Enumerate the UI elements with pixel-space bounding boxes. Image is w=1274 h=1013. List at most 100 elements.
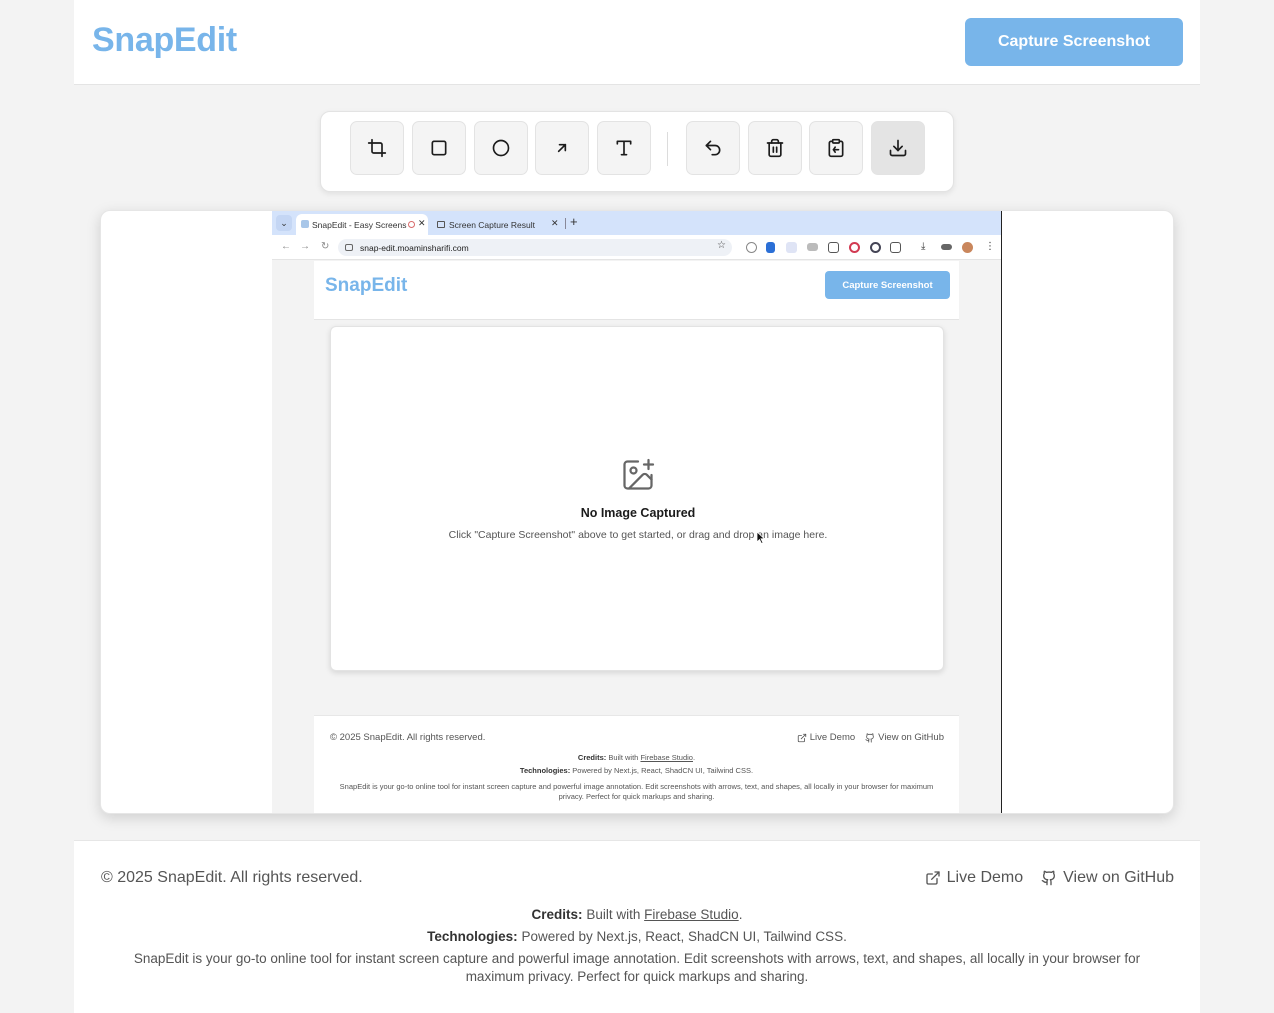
image-plus-icon [623, 458, 655, 490]
technologies-text: Powered by Next.js, React, ShadCN UI, Ta… [521, 929, 847, 944]
browser-tab-active[interactable]: SnapEdit - Easy Screens ✕ [296, 214, 428, 235]
captured-screenshot[interactable]: ⌄ SnapEdit - Easy Screens ✕ Screen Captu… [272, 211, 1002, 813]
browser-tab-bar: ⌄ SnapEdit - Easy Screens ✕ Screen Captu… [272, 211, 1001, 235]
toolbar-divider [667, 132, 668, 166]
live-demo-label: Live Demo [946, 869, 1024, 886]
forward-icon[interactable]: → [300, 241, 310, 252]
firebase-studio-link[interactable]: Firebase Studio [644, 907, 739, 922]
credits-end: . [738, 907, 743, 922]
inner-credits-line: Credits: Built with Firebase Studio. [314, 753, 959, 762]
inner-app-header: SnapEdit Capture Screenshot [314, 261, 959, 320]
back-icon[interactable]: ← [281, 241, 291, 252]
extension-icon[interactable] [941, 244, 952, 250]
github-icon [1041, 870, 1056, 886]
credits-line: Credits: Built with Firebase Studio. [74, 907, 1200, 922]
extension-icon[interactable] [766, 242, 775, 253]
extension-icon[interactable] [870, 242, 881, 253]
empty-state-card: No Image Captured Click "Capture Screens… [330, 326, 944, 671]
brand-logo[interactable]: SnapEdit [92, 21, 237, 60]
arrow-tool-button[interactable] [535, 121, 589, 175]
text-tool-button[interactable] [597, 121, 651, 175]
tab-search-icon[interactable]: ⌄ [276, 215, 292, 231]
github-icon [865, 732, 874, 743]
inner-credits-label: Credits: [577, 753, 607, 762]
github-label: View on GitHub [1063, 869, 1174, 886]
browser-tab[interactable]: Screen Capture Result ✕ [434, 214, 562, 235]
inner-firebase-link: Firebase Studio [640, 753, 693, 762]
inner-footer: © 2025 SnapEdit. All rights reserved. Li… [314, 715, 959, 813]
site-info-icon[interactable] [345, 244, 353, 251]
inner-live-demo-link: Live Demo [797, 732, 855, 743]
extension-icon[interactable] [828, 242, 839, 253]
empty-state-text: Click "Capture Screenshot" above to get … [448, 529, 828, 541]
mouse-cursor-icon [756, 531, 766, 544]
downloads-icon[interactable]: ⤓ [921, 241, 925, 252]
reload-icon[interactable]: ↻ [321, 241, 329, 252]
type-icon [616, 140, 632, 156]
inner-copyright: © 2025 SnapEdit. All rights reserved. [330, 732, 486, 743]
favicon-icon [301, 220, 309, 228]
live-demo-link[interactable]: Live Demo [925, 869, 1023, 887]
copy-to-clipboard-button[interactable] [809, 121, 863, 175]
download-button[interactable] [871, 121, 925, 175]
arrow-up-right-icon [557, 143, 567, 153]
credits-text: Built with [586, 907, 641, 922]
recording-icon [408, 221, 415, 228]
tab-title: SnapEdit - Easy Screens [312, 219, 407, 230]
inner-github-label: View on GitHub [878, 732, 944, 743]
site-description: SnapEdit is your go-to online tool for i… [133, 951, 1141, 984]
inner-tech-line: Technologies: Powered by Next.js, React,… [314, 766, 959, 775]
inner-credits-end: . [692, 753, 696, 762]
copyright-text: © 2025 SnapEdit. All rights reserved. [101, 869, 363, 886]
editor-toolbar [320, 111, 954, 192]
url-input[interactable]: snap-edit.moaminsharifi.com ☆ [338, 239, 732, 256]
inner-tech-label: Technologies: [519, 766, 571, 775]
bookmark-star-icon[interactable]: ☆ [717, 240, 726, 251]
browser-address-bar: ← → ↻ snap-edit.moaminsharifi.com ☆ ⤓ ⋮ [272, 235, 1001, 260]
profile-avatar-icon[interactable] [962, 242, 973, 253]
inner-credits-text: Built with [608, 753, 639, 762]
record-extension-icon[interactable] [849, 242, 860, 253]
inner-capture-button: Capture Screenshot [825, 271, 950, 299]
undo-icon [705, 140, 721, 156]
extension-icon[interactable] [786, 242, 797, 253]
new-tab-icon[interactable]: + [570, 214, 578, 229]
download-icon [889, 139, 907, 157]
crop-icon [367, 138, 387, 158]
external-link-icon [925, 871, 940, 885]
camera-favicon-icon [437, 221, 445, 228]
undo-button[interactable] [686, 121, 740, 175]
inner-brand-logo: SnapEdit [325, 275, 408, 296]
inner-tech-text: Powered by Next.js, React, ShadCN UI, Ta… [572, 766, 754, 775]
square-icon [431, 140, 447, 156]
github-link[interactable]: View on GitHub [1041, 869, 1174, 887]
delete-button[interactable] [748, 121, 802, 175]
extension-icon[interactable] [746, 242, 757, 253]
close-tab-icon[interactable]: ✕ [418, 218, 426, 229]
url-text: snap-edit.moaminsharifi.com [360, 242, 469, 253]
puzzle-extensions-icon[interactable] [890, 242, 901, 253]
image-canvas[interactable]: ⌄ SnapEdit - Easy Screens ✕ Screen Captu… [100, 210, 1174, 814]
close-tab-icon[interactable]: ✕ [551, 218, 559, 229]
rectangle-tool-button[interactable] [412, 121, 466, 175]
technologies-line: Technologies: Powered by Next.js, React,… [74, 929, 1200, 944]
credits-label: Credits: [531, 907, 583, 922]
crop-tool-button[interactable] [350, 121, 404, 175]
circle-tool-button[interactable] [474, 121, 528, 175]
external-link-icon [797, 733, 806, 742]
capture-screenshot-button[interactable]: Capture Screenshot [965, 18, 1183, 66]
footer-links: Live Demo View on GitHub [925, 869, 1174, 887]
tab-separator [565, 218, 566, 229]
inner-footer-links: Live Demo View on GitHub [797, 732, 944, 743]
technologies-label: Technologies: [427, 929, 518, 944]
inner-github-link: View on GitHub [865, 732, 944, 743]
empty-state-title: No Image Captured [580, 506, 696, 520]
page-footer: © 2025 SnapEdit. All rights reserved. Li… [74, 840, 1200, 1013]
circle-icon [492, 139, 510, 157]
inner-live-demo-label: Live Demo [809, 732, 856, 743]
tab-title: Screen Capture Result [449, 219, 535, 230]
trash-icon [766, 138, 784, 158]
kebab-menu-icon[interactable]: ⋮ [985, 241, 995, 252]
camera-extension-icon[interactable] [807, 243, 818, 251]
inner-description: SnapEdit is your go-to online tool for i… [339, 782, 934, 801]
